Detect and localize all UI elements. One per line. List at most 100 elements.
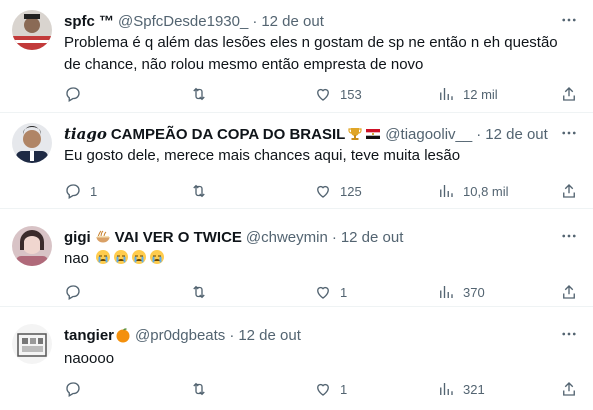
reply-icon <box>66 285 80 300</box>
tweet-date[interactable]: 12 de out <box>238 327 301 344</box>
like-button[interactable]: 153 <box>314 83 362 105</box>
separator-dot: · <box>252 12 258 30</box>
avatar[interactable] <box>12 10 52 50</box>
separator-dot: · <box>229 326 235 344</box>
tweet[interactable]: tangier @pr0dgbeats · 12 de out naoooo 1… <box>0 307 593 410</box>
noodle-bowl-icon <box>95 229 111 245</box>
tweet-text-line: nao <box>64 250 90 267</box>
display-name-suffix[interactable]: VAI VER O TWICE <box>115 229 242 246</box>
retweet-icon <box>193 382 205 396</box>
display-name[interactable]: CAMPEÃO DA COPA DO BRASIL <box>111 126 345 143</box>
display-name[interactable]: spfc ™ <box>64 13 114 30</box>
views-icon <box>440 286 453 298</box>
retweet-icon <box>193 184 205 198</box>
user-handle[interactable]: @chweymin <box>246 229 328 246</box>
retweet-button[interactable] <box>190 378 216 400</box>
separator-dot: · <box>331 228 337 246</box>
tweet-actions: 1 321 <box>64 378 577 400</box>
separator-dot: · <box>476 125 482 143</box>
like-count: 153 <box>340 86 362 102</box>
share-icon <box>563 87 575 101</box>
tweet[interactable]: spfc ™ @SpfcDesde1930_ · 12 de out Probl… <box>0 0 593 113</box>
retweet-button[interactable] <box>190 281 216 303</box>
like-icon <box>317 88 329 101</box>
tweet[interactable]: tiago CAMPEÃO DA COPA DO BRASIL @tiagool… <box>0 113 593 209</box>
tweet-text: nao <box>64 248 573 270</box>
crying-face-icon <box>95 249 111 265</box>
orange-icon <box>115 327 131 343</box>
reply-button[interactable] <box>64 83 90 105</box>
like-button[interactable]: 125 <box>314 180 362 202</box>
views-icon <box>440 88 453 100</box>
views-button[interactable]: 321 <box>437 378 485 400</box>
tweet-text: Problema é q além das lesões eles n gost… <box>64 32 573 76</box>
views-count: 10,8 mil <box>463 183 509 199</box>
tweet-text: naoooo <box>64 348 573 370</box>
tweet-header: tiago CAMPEÃO DA COPA DO BRASIL @tiagool… <box>64 124 553 144</box>
avatar[interactable] <box>12 123 52 163</box>
tweet-date[interactable]: 12 de out <box>341 229 404 246</box>
tweet-date[interactable]: 12 de out <box>485 126 548 143</box>
more-icon[interactable] <box>559 10 579 30</box>
retweet-button[interactable] <box>190 83 216 105</box>
views-count: 321 <box>463 381 485 397</box>
share-icon <box>563 184 575 198</box>
reply-icon <box>66 382 80 397</box>
user-handle[interactable]: @tiagooliv__ <box>385 126 472 143</box>
reply-icon <box>66 184 80 199</box>
tweet-text: Eu gosto dele, merece mais chances aqui,… <box>64 145 573 167</box>
share-button[interactable] <box>560 378 578 400</box>
more-icon[interactable] <box>559 226 579 246</box>
share-icon <box>563 285 575 299</box>
share-button[interactable] <box>560 83 578 105</box>
tweet-text-line: de chance, não rolou mesmo então emprest… <box>64 56 424 73</box>
like-count: 125 <box>340 183 362 199</box>
share-button[interactable] <box>560 180 578 202</box>
retweet-icon <box>193 285 205 299</box>
share-button[interactable] <box>560 281 578 303</box>
user-handle[interactable]: @pr0dgbeats <box>135 327 225 344</box>
tweet-actions: 1 370 <box>64 281 577 303</box>
like-icon <box>317 286 329 299</box>
like-count: 1 <box>340 381 348 397</box>
retweet-button[interactable] <box>190 180 216 202</box>
views-icon <box>440 383 453 395</box>
like-icon <box>317 185 329 198</box>
reply-button[interactable]: 1 <box>64 180 97 202</box>
views-count: 12 mil <box>463 86 498 102</box>
avatar[interactable] <box>12 226 52 266</box>
user-handle[interactable]: @SpfcDesde1930_ <box>118 13 248 30</box>
more-icon[interactable] <box>559 123 579 143</box>
display-name-italic[interactable]: tiago <box>64 125 107 143</box>
tweet-header: gigi VAI VER O TWICE @chweymin · 12 de o… <box>64 227 553 247</box>
views-icon <box>440 185 453 197</box>
views-button[interactable]: 370 <box>437 281 485 303</box>
tweet-actions: 153 12 mil <box>64 83 577 105</box>
like-icon <box>317 383 329 396</box>
crying-face-icon <box>149 249 165 265</box>
more-icon[interactable] <box>559 324 579 344</box>
tweet-header: tangier @pr0dgbeats · 12 de out <box>64 325 553 345</box>
reply-button[interactable] <box>64 378 90 400</box>
trophy-icon <box>347 126 363 142</box>
tweet-text-line: Eu gosto dele, merece mais chances aqui,… <box>64 147 461 164</box>
like-button[interactable]: 1 <box>314 281 347 303</box>
tweet-text-line: Problema é q além das lesões eles n gost… <box>64 34 558 51</box>
tweet-date[interactable]: 12 de out <box>261 13 324 30</box>
reply-count: 1 <box>90 183 98 199</box>
reply-icon <box>66 87 80 102</box>
like-button[interactable]: 1 <box>314 378 347 400</box>
views-button[interactable]: 12 mil <box>437 83 498 105</box>
tweet-actions: 1 125 10,8 mil <box>64 180 577 202</box>
tweet-text-line: naoooo <box>64 350 115 367</box>
display-name[interactable]: tangier <box>64 327 114 344</box>
reply-button[interactable] <box>64 281 90 303</box>
avatar[interactable] <box>12 324 52 364</box>
reply-feed: spfc ™ @SpfcDesde1930_ · 12 de out Probl… <box>0 0 593 410</box>
display-name[interactable]: gigi <box>64 229 91 246</box>
retweet-icon <box>193 87 205 101</box>
views-button[interactable]: 10,8 mil <box>437 180 509 202</box>
crying-face-icon <box>113 249 129 265</box>
crying-face-icon <box>131 249 147 265</box>
tweet[interactable]: gigi VAI VER O TWICE @chweymin · 12 de o… <box>0 209 593 307</box>
